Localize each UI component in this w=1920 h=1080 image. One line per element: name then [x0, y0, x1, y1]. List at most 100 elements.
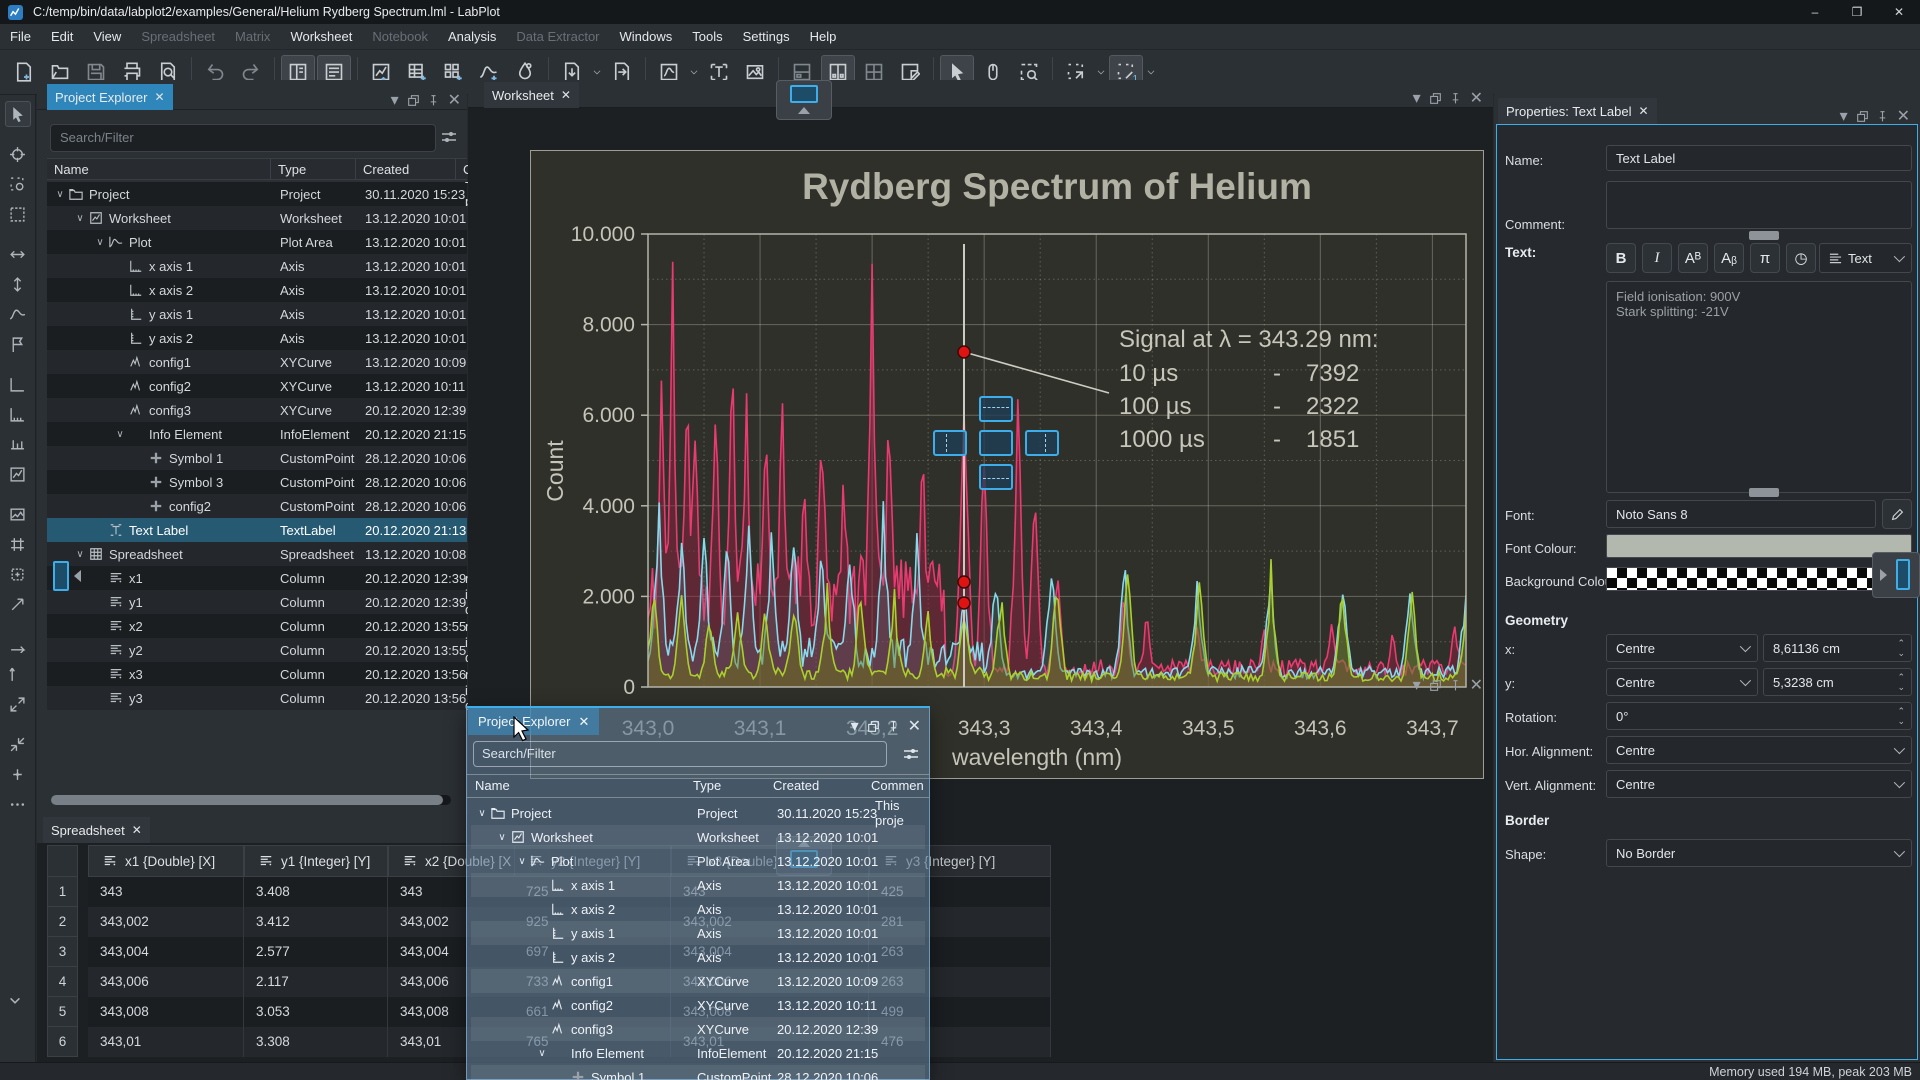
- menu-edit[interactable]: Edit: [41, 24, 83, 50]
- cursor-tool[interactable]: [5, 101, 31, 127]
- tree-row-y-axis-1[interactable]: y axis 1Axis13.12.2020 10:01: [47, 302, 467, 326]
- menu-view[interactable]: View: [83, 24, 131, 50]
- background-colour-swatch[interactable]: [1606, 567, 1912, 591]
- cell-y1-6[interactable]: 3.308: [244, 1027, 388, 1057]
- tree-row-spreadsheet[interactable]: ∨SpreadsheetSpreadsheet13.12.2020 10:08: [47, 542, 467, 566]
- corner-ruler-tool[interactable]: [5, 401, 31, 427]
- floating-column-header-commen[interactable]: Commen: [871, 778, 924, 793]
- cell-x1-1[interactable]: 343: [88, 877, 244, 907]
- tree-row-x-axis-1[interactable]: x axis 1Axis13.12.2020 10:01: [47, 254, 467, 278]
- bold-button[interactable]: B: [1606, 243, 1636, 273]
- grid-snap-tool[interactable]: [5, 531, 31, 557]
- y-mode-combo[interactable]: Centre: [1606, 668, 1758, 696]
- floating-tree-row-x-axis-1[interactable]: x axis 1Axis13.12.2020 10:01: [471, 873, 925, 897]
- prop-dock-buttons[interactable]: ▾ ✕: [1840, 106, 1910, 126]
- tree-row-symbol-1[interactable]: Symbol 1CustomPoint28.12.2020 10:06: [47, 446, 467, 470]
- scale-auto-tool[interactable]: [5, 591, 31, 617]
- floating-tree-row-y-axis-1[interactable]: y axis 1Axis13.12.2020 10:01: [471, 921, 925, 945]
- name-field[interactable]: Text Label: [1606, 145, 1912, 171]
- font-field[interactable]: Noto Sans 8: [1606, 500, 1876, 528]
- expander-icon[interactable]: ∨: [495, 832, 509, 843]
- font-colour-swatch[interactable]: [1606, 534, 1912, 558]
- floating-column-header-name[interactable]: Name: [475, 778, 510, 793]
- comment-field[interactable]: [1606, 181, 1912, 229]
- floating-tree-row-config1[interactable]: config1XYCurve13.12.2020 10:09: [471, 969, 925, 993]
- floating-project-explorer[interactable]: Project Explorer✕ ▾ ✕ Search/Filter Name…: [466, 706, 930, 1080]
- hor-alignment-combo[interactable]: Centre: [1606, 736, 1912, 764]
- file-new-button[interactable]: [7, 55, 41, 89]
- cell-x1-4[interactable]: 343,006: [88, 967, 244, 997]
- row-number[interactable]: 4: [47, 967, 78, 997]
- shift-x-tool[interactable]: [5, 241, 31, 267]
- minimize-button[interactable]: –: [1794, 0, 1836, 24]
- row-number[interactable]: 2: [47, 907, 78, 937]
- superscript-button[interactable]: Aᴮ: [1678, 243, 1708, 273]
- filter-icon[interactable]: [903, 746, 919, 762]
- floating-dock-buttons[interactable]: ▾ ✕: [851, 716, 921, 736]
- more-tools[interactable]: [5, 791, 31, 817]
- tree-row-text-label[interactable]: Text LabelTextLabel20.12.2020 21:13: [47, 518, 467, 542]
- floating-column-header-created[interactable]: Created: [773, 778, 819, 793]
- splitter-handle[interactable]: [1749, 231, 1779, 240]
- cell-x1-3[interactable]: 343,004: [88, 937, 244, 967]
- text-mode-dropdown[interactable]: Text: [1819, 243, 1912, 273]
- tree-row-config2[interactable]: config2XYCurve13.12.2020 10:11: [47, 374, 467, 398]
- menu-analysis[interactable]: Analysis: [438, 24, 506, 50]
- expander-icon[interactable]: ∨: [535, 1048, 549, 1059]
- collapse-tool[interactable]: [5, 731, 31, 757]
- expander-icon[interactable]: ∨: [93, 237, 107, 248]
- tree-row-project[interactable]: ∨ProjectProject30.11.2020 15:23This proj…: [47, 182, 467, 206]
- cell-x1-2[interactable]: 343,002: [88, 907, 244, 937]
- close-button[interactable]: ✕: [1878, 0, 1920, 24]
- tab-close-icon[interactable]: ✕: [561, 88, 571, 102]
- floating-search-input[interactable]: Search/Filter: [473, 741, 887, 767]
- tab-spreadsheet[interactable]: Spreadsheet✕: [43, 817, 150, 843]
- datetime-button[interactable]: ◷: [1786, 243, 1816, 273]
- row-number[interactable]: 6: [47, 1027, 78, 1057]
- menu-worksheet[interactable]: Worksheet: [280, 24, 362, 50]
- text-content-area[interactable]: Field ionisation: 900V Stark splitting: …: [1606, 281, 1912, 493]
- tree-row-config2[interactable]: config2CustomPoint28.12.2020 10:06: [47, 494, 467, 518]
- menu-help[interactable]: Help: [800, 24, 847, 50]
- row-number[interactable]: 1: [47, 877, 78, 907]
- expander-icon[interactable]: ∨: [73, 549, 87, 560]
- scale-x-tool[interactable]: [5, 631, 31, 657]
- tree-row-plot[interactable]: ∨PlotPlot Area13.12.2020 10:01: [47, 230, 467, 254]
- expander-icon[interactable]: ∨: [113, 429, 127, 440]
- column-header-x1[interactable]: x1 {Double} [X]: [88, 845, 244, 877]
- shift-y-tool[interactable]: [5, 271, 31, 297]
- tree-row-config3[interactable]: config3XYCurve20.12.2020 12:39: [47, 398, 467, 422]
- tab-close-icon[interactable]: ✕: [1639, 104, 1649, 118]
- floating-tree-row-worksheet[interactable]: ∨WorksheetWorksheet13.12.2020 10:01: [471, 825, 925, 849]
- tree-row-y3[interactable]: y3Column20.12.2020 13:56integer da: [47, 686, 467, 710]
- floating-tree-row-project[interactable]: ∨ProjectProject30.11.2020 15:23This proj…: [471, 801, 925, 825]
- tab-close-icon[interactable]: ✕: [154, 90, 164, 104]
- subscript-button[interactable]: Aᵦ: [1714, 243, 1744, 273]
- menu-settings[interactable]: Settings: [733, 24, 800, 50]
- scale-y-tool[interactable]: [5, 661, 31, 687]
- expand-tool[interactable]: [5, 691, 31, 717]
- baseline-tool[interactable]: [5, 431, 31, 457]
- tree-row-y1[interactable]: y1Column20.12.2020 12:39integer da: [47, 590, 467, 614]
- crosshair-tool[interactable]: [5, 141, 31, 167]
- cell-x1-6[interactable]: 343,01: [88, 1027, 244, 1057]
- floating-tree-row-symbol-1[interactable]: Symbol 1CustomPoint28.12.2020 10:06: [471, 1065, 925, 1080]
- italic-button[interactable]: I: [1642, 243, 1672, 273]
- tree-row-symbol-3[interactable]: Symbol 3CustomPoint28.12.2020 10:06: [47, 470, 467, 494]
- pe-dock-buttons[interactable]: ▾ ✕: [391, 90, 461, 110]
- x-mode-combo[interactable]: Centre: [1606, 634, 1758, 662]
- y-value-spinner[interactable]: 5,3238 cm⌃⌄: [1763, 668, 1912, 696]
- search-input[interactable]: Search/Filter: [50, 124, 436, 152]
- tab-close-icon[interactable]: ✕: [132, 823, 142, 837]
- tree-row-info-element[interactable]: ∨Info ElementInfoElement20.12.2020 21:15: [47, 422, 467, 446]
- move-step-tool[interactable]: [5, 761, 31, 787]
- cell-y1-2[interactable]: 3.412: [244, 907, 388, 937]
- zoom-region-tool[interactable]: [5, 171, 31, 197]
- cell-y1-5[interactable]: 3.053: [244, 997, 388, 1027]
- menu-windows[interactable]: Windows: [610, 24, 683, 50]
- column-header-type[interactable]: Type: [270, 159, 306, 179]
- expander-icon[interactable]: ∨: [73, 213, 87, 224]
- cell-x1-5[interactable]: 343,008: [88, 997, 244, 1027]
- cell-y1-3[interactable]: 2.577: [244, 937, 388, 967]
- select-rect-tool[interactable]: [5, 201, 31, 227]
